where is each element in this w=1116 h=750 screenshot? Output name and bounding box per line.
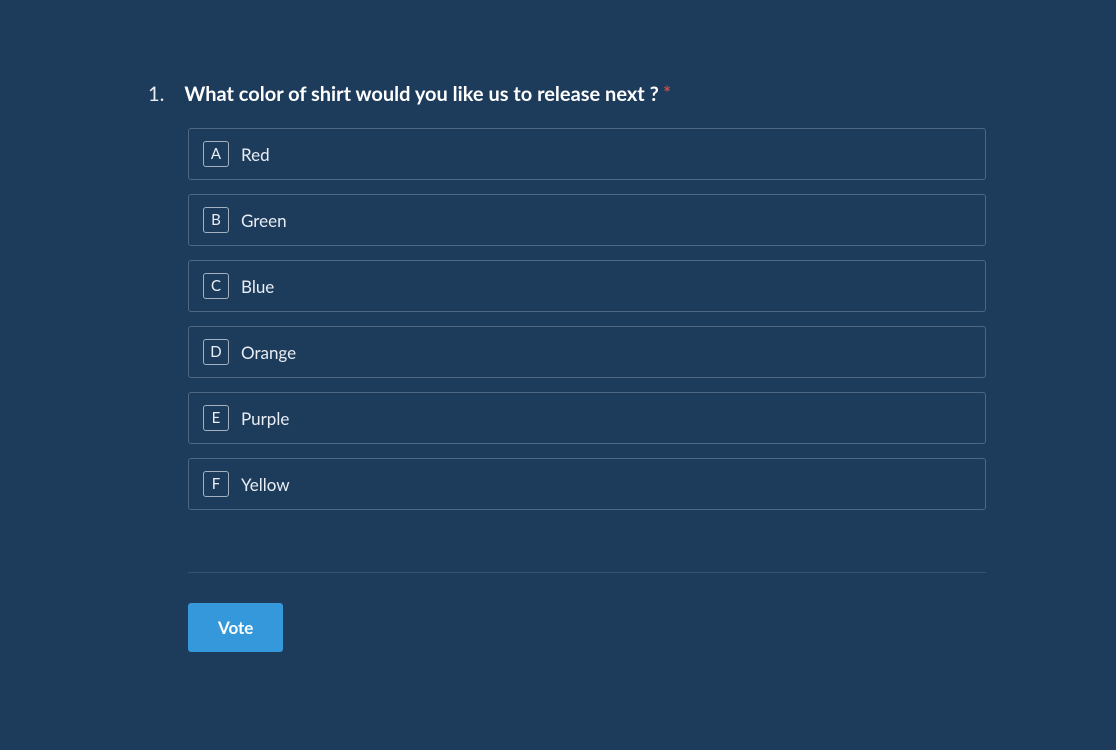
option-label: Red: [241, 144, 270, 165]
option-label: Blue: [241, 276, 274, 297]
options-list: A Red B Green C Blue D Orange E Purple F…: [188, 128, 986, 510]
option-label: Yellow: [241, 474, 290, 495]
option-key: D: [203, 339, 229, 365]
divider: [188, 572, 986, 573]
option-d[interactable]: D Orange: [188, 326, 986, 378]
option-c[interactable]: C Blue: [188, 260, 986, 312]
option-f[interactable]: F Yellow: [188, 458, 986, 510]
option-key: E: [203, 405, 229, 431]
question-text-content: What color of shirt would you like us to…: [184, 82, 658, 106]
question-number: 1.: [148, 82, 164, 106]
option-a[interactable]: A Red: [188, 128, 986, 180]
required-marker: *: [663, 82, 672, 106]
question-header: 1. What color of shirt would you like us…: [148, 82, 986, 106]
option-b[interactable]: B Green: [188, 194, 986, 246]
question-text: What color of shirt would you like us to…: [184, 82, 671, 106]
option-e[interactable]: E Purple: [188, 392, 986, 444]
option-key: F: [203, 471, 229, 497]
option-label: Purple: [241, 408, 289, 429]
option-label: Green: [241, 210, 287, 231]
vote-button[interactable]: Vote: [188, 603, 283, 652]
option-key: B: [203, 207, 229, 233]
option-label: Orange: [241, 342, 296, 363]
option-key: C: [203, 273, 229, 299]
option-key: A: [203, 141, 229, 167]
